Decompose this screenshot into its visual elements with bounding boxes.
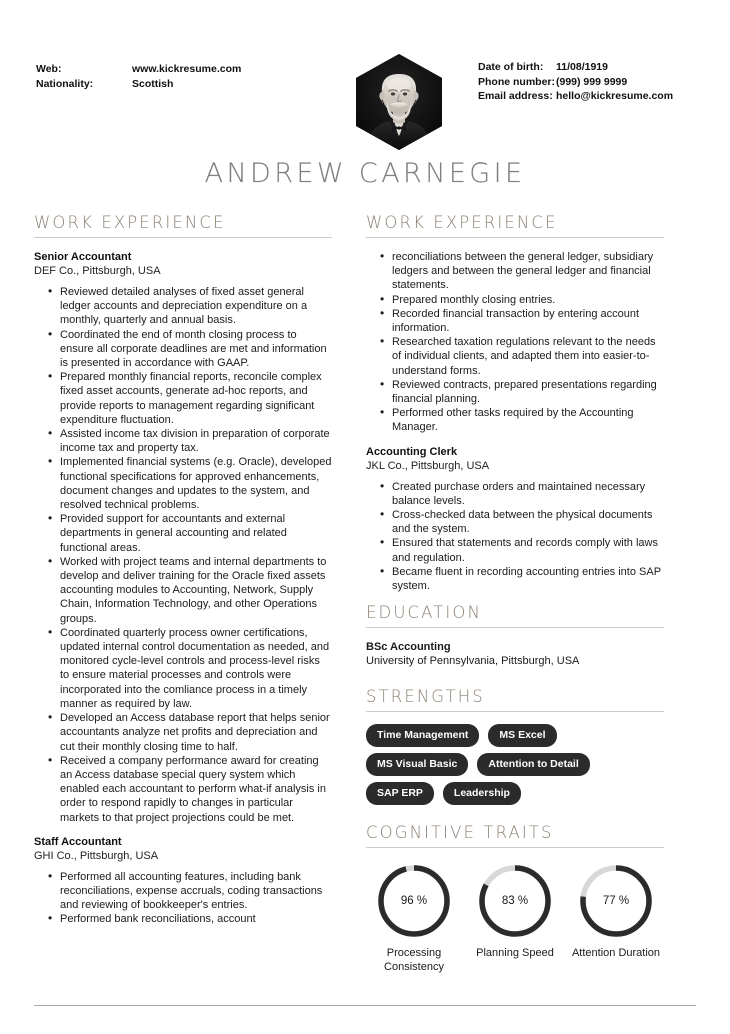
list-item: Worked with project teams and internal d…	[48, 554, 332, 626]
contact-row: Date of birth: 11/08/1919	[478, 60, 673, 75]
strength-tag: SAP ERP	[366, 782, 434, 806]
contact-info-left: Web: www.kickresume.com Nationality: Sco…	[36, 62, 241, 91]
job-company: DEF Co., Pittsburgh, USA	[34, 265, 161, 277]
donut-value: 96 %	[400, 895, 428, 908]
resume-body: WORK EXPERIENCE Senior Accountant DEF Co…	[34, 213, 696, 974]
list-item: Performed other tasks required by the Ac…	[380, 405, 664, 434]
list-item: Implemented financial systems (e.g. Orac…	[48, 454, 332, 512]
cognitive-traits-chart: 96 % Processing Consistency 83 % Plannin…	[366, 862, 664, 974]
section-header-work-experience-right: WORK EXPERIENCE	[366, 213, 664, 238]
job-entry-continued: reconciliations between the general ledg…	[366, 249, 664, 435]
strength-tag: MS Visual Basic	[366, 753, 469, 777]
job-title: Senior Accountant	[34, 251, 132, 263]
contact-row: Email address: hello@kickresume.com	[478, 89, 673, 104]
list-item: Reviewed detailed analyses of fixed asse…	[48, 284, 332, 328]
contact-value-email-address: hello@kickresume.com	[556, 90, 674, 102]
list-item: Performed all accounting features, inclu…	[48, 869, 332, 913]
education-entry: BSc Accounting University of Pennsylvani…	[366, 640, 664, 669]
list-item: Received a company performance award for…	[48, 753, 332, 825]
donut-chart-item: 77 % Attention Duration	[568, 862, 664, 974]
donut-label: Processing Consistency	[384, 947, 444, 973]
right-column: WORK EXPERIENCE reconciliations between …	[366, 213, 664, 974]
contact-value-web: www.kickresume.com	[132, 63, 242, 75]
strength-tag: MS Excel	[488, 724, 557, 748]
list-item: Provided support for accountants and ext…	[48, 511, 332, 555]
left-column: WORK EXPERIENCE Senior Accountant DEF Co…	[34, 213, 332, 974]
contact-label-email-address: Email address:	[478, 90, 553, 102]
list-item: Created purchase orders and maintained n…	[380, 479, 664, 508]
list-item: Performed bank reconciliations, account	[48, 911, 332, 926]
list-item: Became fluent in recording accounting en…	[380, 564, 664, 593]
donut-chart-item: 83 % Planning Speed	[467, 862, 563, 974]
contact-row: Nationality: Scottish	[36, 77, 241, 92]
strength-tag: Leadership	[442, 782, 521, 806]
job-bullet-list: Reviewed detailed analyses of fixed asse…	[34, 284, 332, 825]
list-item: Coordinated the end of month closing pro…	[48, 327, 332, 371]
strengths-tag-list: Time Management MS Excel	[366, 724, 664, 748]
donut-chart: 83 %	[476, 862, 554, 940]
job-entry: Senior Accountant DEF Co., Pittsburgh, U…	[34, 250, 332, 825]
job-title: Staff Accountant	[34, 835, 122, 848]
contact-row: Phone number: (999) 999 9999	[478, 75, 673, 90]
list-item: Prepared monthly closing entries.	[380, 292, 664, 307]
contact-label-nationality: Nationality:	[36, 77, 94, 90]
contact-info-right: Date of birth: 11/08/1919 Phone number: …	[478, 60, 673, 104]
portrait-photo	[356, 54, 442, 150]
contact-label-web: Web:	[36, 63, 62, 75]
contact-value-phone-number: (999) 999 9999	[556, 75, 628, 88]
section-header-work-experience-left: WORK EXPERIENCE	[34, 213, 332, 238]
list-item-continuation: reconciliations between the general ledg…	[380, 249, 664, 293]
job-entry: Staff Accountant GHI Co., Pittsburgh, US…	[34, 835, 332, 927]
list-item: Reviewed contracts, prepared presentatio…	[380, 377, 664, 406]
page-title: ANDREW CARNEGIE	[204, 158, 526, 189]
list-item: Coordinated quarterly process owner cert…	[48, 625, 332, 711]
strength-tag: Time Management	[366, 724, 480, 748]
contact-value-nationality: Scottish	[132, 77, 174, 90]
resume-page: Web: www.kickresume.com Nationality: Sco…	[0, 0, 730, 1034]
donut-label: Planning Speed	[476, 947, 554, 960]
strengths-tag-list: MS Visual Basic Attention to Detail	[366, 753, 664, 777]
list-item: Researched taxation regulations relevant…	[380, 334, 664, 378]
donut-label: Attention Duration	[571, 947, 661, 960]
avatar	[356, 54, 442, 150]
footer-divider	[34, 1005, 696, 1006]
contact-label-phone-number: Phone number:	[478, 75, 556, 88]
section-header-strengths: STRENGTHS	[366, 687, 664, 713]
job-title: Accounting Clerk	[366, 445, 458, 458]
list-item: Cross-checked data between the physical …	[380, 507, 664, 536]
section-header-education: EDUCATION	[366, 603, 664, 629]
job-bullet-list: reconciliations between the general ledg…	[366, 249, 664, 435]
donut-value: 77 %	[602, 895, 630, 908]
list-item: Assisted income tax division in preparat…	[48, 426, 332, 455]
job-bullet-list: Created purchase orders and maintained n…	[366, 479, 664, 594]
donut-chart: 77 %	[577, 862, 655, 940]
donut-chart: 96 %	[375, 862, 453, 940]
donut-value: 83 %	[501, 895, 529, 908]
strengths-tag-list: SAP ERP Leadership	[366, 782, 664, 806]
contact-row: Web: www.kickresume.com	[36, 62, 241, 77]
job-entry: Accounting Clerk JKL Co., Pittsburgh, US…	[366, 445, 664, 594]
job-bullet-list: Performed all accounting features, inclu…	[34, 869, 332, 927]
section-header-cognitive-traits: COGNITIVE TRAITS	[366, 823, 664, 849]
job-company: JKL Co., Pittsburgh, USA	[366, 459, 490, 472]
degree-title: BSc Accounting	[366, 641, 451, 654]
list-item: Recorded financial transaction by enteri…	[380, 306, 664, 335]
job-company: GHI Co., Pittsburgh, USA	[34, 849, 159, 862]
school-name: University of Pennsylvania, Pittsburgh, …	[366, 655, 580, 668]
resume-header: Web: www.kickresume.com Nationality: Sco…	[34, 0, 696, 150]
donut-chart-item: 96 % Processing Consistency	[366, 862, 462, 974]
contact-label-date-of-birth: Date of birth:	[478, 61, 544, 73]
list-item: Prepared monthly financial reports, reco…	[48, 369, 332, 427]
strength-tag: Attention to Detail	[477, 753, 590, 777]
contact-value-date-of-birth: 11/08/1919	[556, 61, 608, 73]
list-item: Ensured that statements and records comp…	[380, 535, 664, 564]
list-item: Developed an Access database report that…	[48, 710, 332, 754]
